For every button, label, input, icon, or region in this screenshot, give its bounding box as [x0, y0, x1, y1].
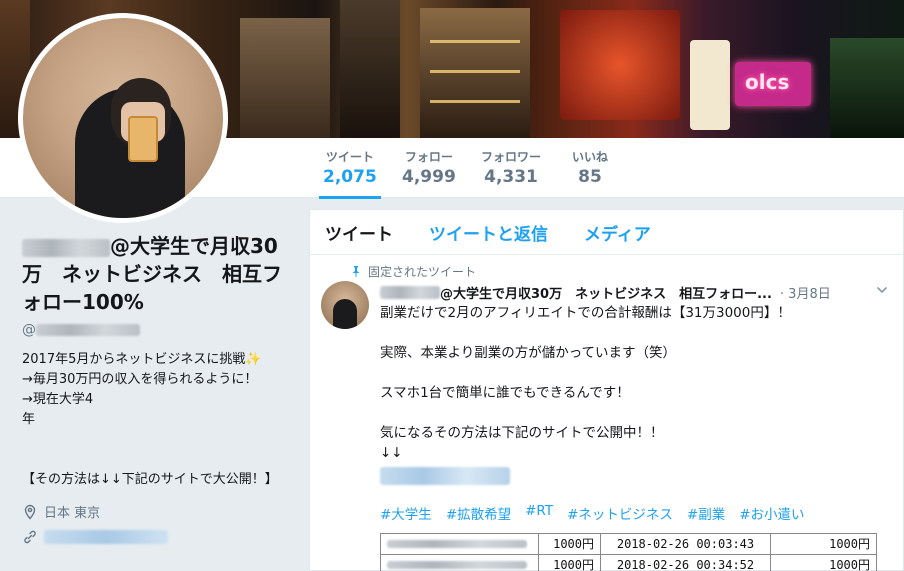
location-pin-icon	[24, 504, 36, 520]
tweet-image-table[interactable]: 1000円 2018-02-26 00:03:43 1000円 1000円 20…	[380, 532, 877, 571]
table-cell-amount: 1000円	[538, 532, 601, 555]
stat-value: 85	[578, 167, 602, 187]
stat-value: 2,075	[323, 167, 377, 187]
stat-following[interactable]: フォロー 4,999	[402, 148, 456, 187]
tweet-hashtags: #大学生 #拡散希望 #RT #ネットビジネス #副業 #お小遣い	[380, 503, 887, 523]
location-text: 日本 東京	[44, 506, 101, 521]
tweet-link[interactable]	[380, 465, 887, 485]
stat-tweets[interactable]: ツイート 2,075	[319, 148, 381, 199]
chevron-down-icon[interactable]	[875, 283, 889, 297]
stat-value: 4,331	[484, 167, 538, 187]
pinned-label: 固定されたツイート	[350, 263, 887, 279]
hashtag[interactable]: #拡散希望	[446, 503, 511, 523]
hashtag[interactable]: #副業	[687, 503, 725, 523]
table-cell-date: 2018-02-26 00:34:52	[600, 553, 771, 571]
tab-tweets-and-replies[interactable]: ツイートと返信	[429, 220, 548, 245]
neon-sign-text: olcs	[745, 70, 790, 94]
profile-name[interactable]: @大学生で月収30万 ネットビジネス 相互フォロー100%	[22, 232, 292, 316]
stat-likes[interactable]: いいね 85	[572, 148, 608, 187]
pinned-text: 固定されたツイート	[368, 264, 477, 279]
tab-media[interactable]: メディア	[584, 220, 651, 245]
stat-value: 4,999	[402, 167, 456, 187]
tweet-avatar[interactable]	[321, 281, 369, 329]
stat-label: フォロー	[404, 150, 453, 164]
redacted-link	[380, 466, 510, 485]
tweet-text: 副業だけで2月のアフィリエイトでの合計報酬は【31万3000円】！ 実際、本業よ…	[380, 305, 791, 461]
profile-website[interactable]	[22, 529, 292, 545]
timeline-panel: ツイート ツイートと返信 メディア 固定されたツイート @大学生で月収30万 ネ…	[309, 209, 904, 571]
hashtag[interactable]: #大学生	[380, 503, 432, 523]
hashtag[interactable]: #ネットビジネス	[567, 503, 673, 523]
tab-tweets[interactable]: ツイート	[325, 220, 393, 245]
tweet-author-name[interactable]: @大学生で月収30万 ネットビジネス 相互フォロー...	[440, 283, 772, 302]
redacted-website	[44, 530, 168, 544]
pinned-tweet[interactable]: 固定されたツイート @大学生で月収30万 ネットビジネス 相互フォロー... ·…	[310, 255, 903, 571]
redacted-name	[22, 238, 110, 257]
profile-bio: 2017年5月からネットビジネスに挑戦✨ →毎月30万円の収入を得られるように！…	[22, 352, 278, 487]
timeline-tabs: ツイート ツイートと返信 メディア	[310, 210, 903, 255]
tweet-header: @大学生で月収30万 ネットビジネス 相互フォロー... · 3月8日	[380, 283, 889, 302]
table-cell-amount: 1000円	[538, 553, 601, 571]
profile-avatar[interactable]	[18, 13, 228, 223]
profile-handle[interactable]: @	[22, 322, 292, 338]
stat-label: フォロワー	[481, 150, 542, 164]
stat-followers[interactable]: フォロワー 4,331	[481, 148, 541, 187]
table-cell-amount: 1000円	[770, 553, 877, 571]
tweet-date[interactable]: · 3月8日	[780, 283, 831, 302]
link-icon	[24, 530, 36, 544]
redacted-handle	[36, 324, 140, 336]
profile-sidebar: @大学生で月収30万 ネットビジネス 相互フォロー100% @ 2017年5月か…	[22, 232, 292, 545]
profile-location: 日本 東京	[22, 502, 292, 521]
hashtag[interactable]: #RT	[525, 503, 553, 523]
redacted-tweet-name	[380, 285, 440, 299]
twitter-profile-page: olcs ツイート 2,075 フォロー 4,999 フォロワー 4,331 い…	[0, 0, 904, 571]
table-row: 1000円 2018-02-26 00:34:52 1000円	[380, 553, 877, 571]
hashtag[interactable]: #お小遣い	[739, 503, 804, 523]
table-cell-date: 2018-02-26 00:03:43	[600, 532, 771, 555]
stat-label: いいね	[572, 150, 609, 164]
stat-label: ツイート	[325, 150, 374, 164]
table-cell-redacted	[380, 532, 539, 555]
handle-prefix: @	[22, 322, 36, 338]
pin-icon	[353, 266, 359, 277]
table-cell-amount: 1000円	[770, 532, 877, 555]
table-cell-redacted	[380, 553, 539, 571]
table-row: 1000円 2018-02-26 00:03:43 1000円	[380, 532, 877, 555]
